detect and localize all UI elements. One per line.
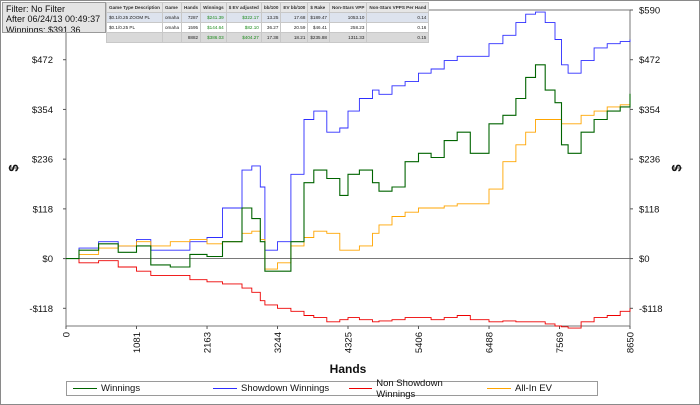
y-tick-label-left: $472 [32, 55, 53, 66]
table-cell: $144.64 [200, 22, 227, 33]
x-tick-label: 3244 [273, 332, 284, 353]
table-summary-row: 8882 $386.03 $404.27 17.38 18.21 $235.88… [106, 32, 430, 43]
table-cell: $46.41 [307, 22, 330, 33]
table-cell: 258.23 [328, 22, 368, 33]
legend-label: Winnings [101, 383, 141, 394]
table-cell: 1053.10 [328, 12, 368, 23]
table-cell: omaha [161, 12, 183, 23]
y-tick-label-right: $472 [639, 55, 660, 66]
column-header[interactable]: Hands [181, 2, 202, 13]
table-cell: 18.21 [280, 32, 309, 43]
filter-info-box: Filter: No Filter After 06/24/13 00:49:3… [2, 2, 106, 33]
table-cell: $386.03 [200, 32, 227, 43]
table-cell: $404.27 [225, 32, 262, 43]
table-cell: omaha [161, 22, 183, 33]
column-header[interactable]: $ Rake [307, 2, 330, 13]
table-cell: 1311.33 [328, 32, 368, 43]
column-header[interactable]: Non-Stars VPPS Per Hand [366, 2, 430, 13]
x-axis-label: Hands [330, 362, 367, 376]
column-header[interactable]: bb/100 [260, 2, 282, 13]
y-tick-label-right: $118 [639, 204, 659, 215]
column-header[interactable]: Winnings [200, 2, 227, 13]
chart-legend: Winnings Showdown Winnings Non Showdown … [66, 378, 598, 400]
table-cell [106, 32, 163, 43]
legend-item-all-in-ev: All-In EV [481, 382, 591, 395]
table-cell: 7287 [181, 12, 202, 23]
table-cell: $189.47 [307, 12, 330, 23]
legend-item-showdown-winnings: Showdown Winnings [207, 382, 343, 395]
y-tick-label-right: $590 [639, 6, 660, 17]
table-cell: $0.1/0.25 PL [106, 22, 163, 33]
table-cell [161, 32, 183, 43]
table-cell: 0.15 [366, 32, 430, 43]
table-cell: 1595 [181, 22, 202, 33]
x-tick-label: 6488 [485, 332, 496, 353]
y-axis-label-left: $ [6, 164, 21, 172]
column-header[interactable]: Non-Stars VPP [328, 2, 368, 13]
x-tick-label: 2163 [203, 332, 214, 353]
game-stats-table: Game Type Description Game Hands Winning… [106, 2, 430, 43]
table-cell: 36.27 [260, 22, 282, 33]
y-tick-label-left: $354 [32, 105, 53, 116]
column-header[interactable]: $ EV adjusted [225, 2, 262, 13]
table-cell: 0.14 [366, 12, 430, 23]
table-row[interactable]: $0.1/0.25 PL omaha 1595 $144.64 $82.10 3… [106, 22, 430, 33]
y-tick-label-right: $0 [639, 254, 650, 265]
table-cell: 0.16 [366, 22, 430, 33]
legend-swatch [487, 388, 511, 389]
legend-item-winnings: Winnings [67, 382, 207, 395]
table-cell: $322.17 [225, 12, 262, 23]
chart-canvas: -$118 -$118 $0 $0 $118 $118 $236 $236 $354 $354 $4… [6, 6, 684, 377]
table-cell: $82.10 [225, 22, 262, 33]
table-cell: 17.68 [280, 12, 309, 23]
x-tick-label: 0 [62, 332, 73, 337]
plot-area: -$118 -$118 $0 $0 $118 $118 $236 $236 $354 $354 $4… [29, 6, 662, 354]
table-cell: 13.25 [260, 12, 282, 23]
y-tick-label-right: $236 [639, 155, 660, 166]
legend-swatch [213, 388, 237, 389]
y-tick-label-left: $0 [42, 254, 53, 265]
winnings-total-label: Winnings: $391.36 [6, 24, 81, 33]
date-filter-label: After 06/24/13 00:49:37 [6, 14, 101, 25]
column-header[interactable]: Game Type Description [106, 2, 163, 13]
legend-swatch [349, 388, 373, 389]
legend-label: Showdown Winnings [241, 383, 330, 394]
y-tick-label-left: $236 [32, 155, 53, 166]
table-cell: 20.59 [280, 22, 309, 33]
table-cell: 8882 [181, 32, 202, 43]
legend-label: All-In EV [515, 383, 552, 394]
x-tick-label: 7569 [555, 332, 566, 353]
x-tick-label: 8650 [626, 332, 637, 353]
y-tick-label-right: $354 [639, 105, 660, 116]
column-header[interactable]: EV bb/100 [280, 2, 309, 13]
table-header-row: Game Type Description Game Hands Winning… [106, 2, 430, 13]
x-tick-label: 5406 [414, 332, 425, 353]
table-cell: $235.88 [307, 32, 330, 43]
plot-border [65, 9, 631, 327]
legend-swatch [73, 388, 97, 389]
table-cell: 17.38 [260, 32, 282, 43]
legend-label: Non Showdown Winnings [376, 377, 443, 400]
column-header[interactable]: Game [161, 2, 183, 13]
y-tick-label-right: -$118 [639, 304, 663, 315]
table-cell: $241.39 [200, 12, 227, 23]
legend-item-non-showdown-winnings: Non Showdown Winnings [343, 378, 481, 400]
x-tick-label: 1081 [132, 332, 143, 353]
table-row[interactable]: $0.1/0.25 ZOOM PL omaha 7287 $241.39 $32… [106, 12, 430, 23]
y-axis-label-right: $ [669, 164, 684, 172]
filter-label: Filter: No Filter [6, 4, 66, 14]
y-tick-label-left: -$118 [29, 304, 53, 315]
y-tick-label-left: $118 [33, 204, 53, 215]
table-cell: $0.1/0.25 ZOOM PL [106, 12, 163, 23]
x-tick-label: 4325 [344, 332, 355, 353]
